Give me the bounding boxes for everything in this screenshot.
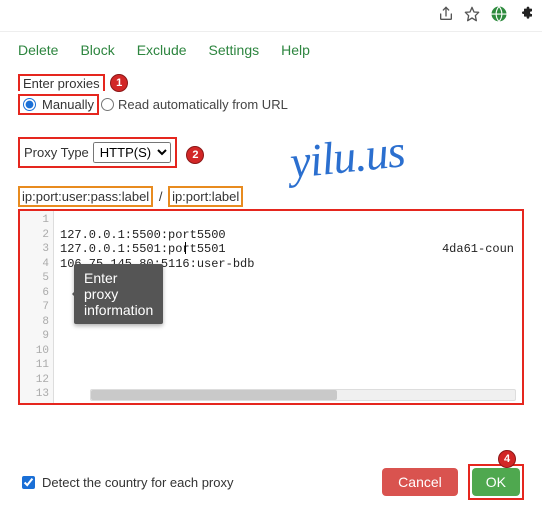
radio-auto-label: Read automatically from URL — [118, 97, 288, 112]
nav-settings[interactable]: Settings — [209, 42, 260, 58]
scrollbar-thumb[interactable] — [91, 390, 337, 400]
gutter-line: 6 — [20, 286, 49, 301]
editor-gutter: 1 2 3 4 5 6 7 8 9 10 11 12 13 — [20, 211, 54, 403]
radio-manually[interactable] — [23, 98, 36, 111]
gutter-line: 4 — [20, 257, 49, 272]
format-sep: / — [159, 189, 163, 204]
puzzle-icon[interactable] — [518, 6, 534, 25]
gutter-line: 2 — [20, 228, 49, 243]
proxy-editor-box: 1 2 3 4 5 6 7 8 9 10 11 12 13 127.0.0.1:… — [18, 209, 524, 405]
horizontal-scrollbar[interactable] — [90, 389, 516, 401]
code-line: 127.0.0.1:5500:port5500 — [60, 228, 226, 242]
detect-country-label: Detect the country for each proxy — [42, 475, 233, 490]
gutter-line: 12 — [20, 373, 49, 388]
globe-icon[interactable] — [490, 5, 508, 26]
ok-button[interactable]: OK — [472, 468, 520, 496]
main-nav: Delete Block Exclude Settings Help — [0, 32, 542, 68]
gutter-line: 10 — [20, 344, 49, 359]
gutter-line: 9 — [20, 329, 49, 344]
detect-country-row: Detect the country for each proxy — [18, 473, 233, 492]
gutter-line: 11 — [20, 358, 49, 373]
gutter-line: 8 — [20, 315, 49, 330]
proxy-type-select[interactable]: HTTP(S) — [93, 142, 171, 163]
gutter-line: 7 — [20, 300, 49, 315]
detect-country-checkbox[interactable] — [22, 476, 35, 489]
format-hints: ip:port:user:pass:label / ip:port:label — [0, 186, 542, 207]
nav-delete[interactable]: Delete — [18, 42, 58, 58]
nav-exclude[interactable]: Exclude — [137, 42, 187, 58]
format-full: ip:port:user:pass:label — [18, 186, 153, 207]
gutter-line: 1 — [20, 213, 49, 228]
annotation-badge-2: 2 — [186, 146, 204, 164]
browser-toolbar — [0, 0, 542, 32]
proxy-type-label: Proxy Type — [24, 145, 89, 160]
gutter-line: 5 — [20, 271, 49, 286]
gutter-line: 13 — [20, 387, 49, 402]
annotation-badge-1: 1 — [110, 74, 128, 92]
cancel-button[interactable]: Cancel — [382, 468, 458, 496]
proxy-type-box: Proxy Type HTTP(S) — [18, 137, 177, 168]
ok-button-highlight: 4 OK — [468, 464, 524, 500]
radio-auto-box: Read automatically from URL — [101, 97, 288, 112]
gutter-line: 3 — [20, 242, 49, 257]
text-caret — [185, 242, 186, 254]
radio-manually-box: Manually — [18, 94, 99, 115]
tooltip: Enter proxy information — [74, 264, 163, 324]
format-short: ip:port:label — [168, 186, 243, 207]
radio-auto[interactable] — [101, 98, 114, 111]
nav-block[interactable]: Block — [80, 42, 114, 58]
nav-help[interactable]: Help — [281, 42, 310, 58]
radio-manually-label: Manually — [42, 97, 94, 112]
code-line: 127.0.0.1:5501:port5501 — [60, 242, 226, 256]
code-line-overflow: 4da61-coun — [442, 242, 514, 257]
annotation-badge-4: 4 — [498, 450, 516, 468]
share-icon[interactable] — [438, 6, 454, 25]
section-title: Enter proxies — [18, 74, 105, 91]
star-icon[interactable] — [464, 6, 480, 25]
